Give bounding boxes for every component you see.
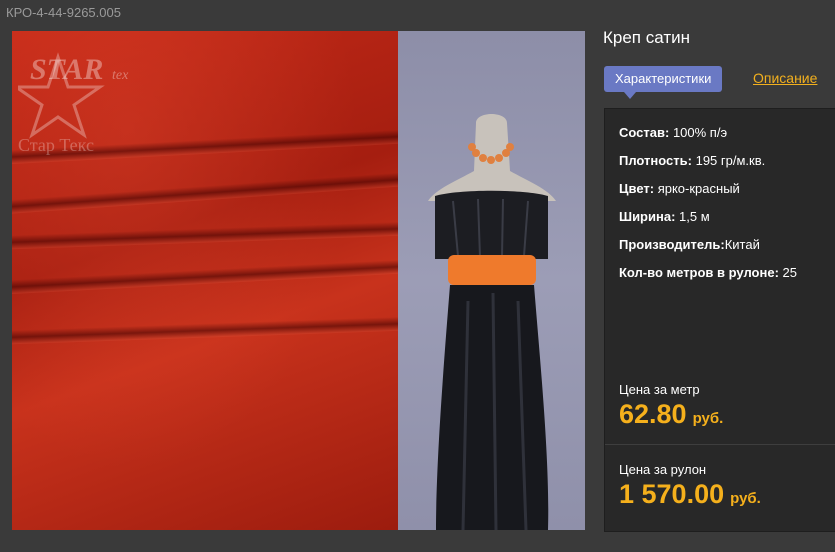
svg-text:tex: tex: [112, 68, 129, 83]
spec-meters-per-roll: Кол-во метров в рулоне: 25: [619, 265, 798, 280]
fabric-swatch-image: STAR tex Стар Текс: [12, 31, 422, 530]
product-sku: КРО-4-44-9265.005: [6, 5, 121, 20]
price-per-roll-label: Цена за рулон: [619, 462, 707, 477]
price-divider: [605, 444, 835, 445]
spec-color: Цвет: ярко-красный: [619, 181, 740, 196]
startex-logo: STAR tex: [12, 43, 148, 183]
tab-description[interactable]: Описание: [753, 70, 817, 86]
spec-width: Ширина: 1,5 м: [619, 209, 710, 224]
price-per-meter-label: Цена за метр: [619, 382, 700, 397]
product-image[interactable]: STAR tex Стар Текс: [12, 31, 585, 530]
svg-text:STAR: STAR: [30, 53, 103, 86]
spec-density: Плотность: 195 гр/м.кв.: [619, 153, 766, 168]
price-per-roll: 1 570.00 руб.: [619, 479, 761, 509]
spec-manufacturer: Производитель:Китай: [619, 237, 760, 252]
specs-list: Состав: 100% п/э Плотность: 195 гр/м.кв.…: [619, 119, 797, 287]
spec-composition: Состав: 100% п/э: [619, 125, 728, 140]
product-info-panel: Креп сатин Характеристики Описание Соста…: [603, 0, 835, 552]
mannequin-dress-image: [398, 31, 585, 530]
specs-box: Состав: 100% п/э Плотность: 195 гр/м.кв.…: [604, 108, 835, 532]
price-per-meter: 62.80 руб.: [619, 399, 724, 429]
startex-caption: Стар Текс: [18, 135, 94, 155]
product-title: Креп сатин: [603, 28, 690, 47]
tab-characteristics[interactable]: Характеристики: [604, 66, 723, 99]
